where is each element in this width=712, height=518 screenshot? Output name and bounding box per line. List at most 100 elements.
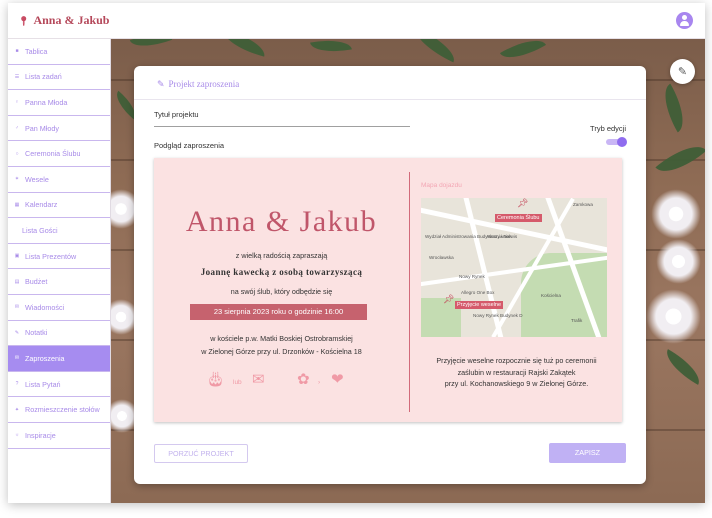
card-header: ✎ Projekt zaproszenia bbox=[134, 66, 646, 100]
project-title-label: Tytuł projektu bbox=[154, 110, 199, 119]
sidebar-item-label: Wesele bbox=[25, 174, 49, 184]
map-place: Nowy Rynek bbox=[459, 274, 485, 279]
sidebar-item-wesele[interactable]: ✶ Wesele bbox=[8, 167, 110, 193]
church-line-2: w Zielonej Górze przy ul. Drzonków - Koś… bbox=[201, 347, 362, 356]
sidebar: ■ Tablica ☰ Lista zadań ♀ Panna Młoda ♂ Pan Mło… bbox=[8, 39, 111, 503]
discard-project-button[interactable]: PORZUĆ PROJEKT bbox=[154, 444, 248, 463]
invitation-project-card: ✎ Projekt zaproszenia Tytuł projektu Podg… bbox=[134, 66, 646, 484]
card-title-text: Projekt zaproszenia bbox=[168, 79, 240, 89]
sidebar-item-pan-mlody[interactable]: ♂ Pan Młody bbox=[8, 116, 110, 142]
envelope-icon: ✉ bbox=[252, 371, 265, 388]
sidebar-item-panna-mloda[interactable]: ♀ Panna Młoda bbox=[8, 90, 110, 116]
leaf-decoration bbox=[129, 39, 173, 54]
icons-joiner-arrow: › bbox=[318, 379, 321, 386]
sidebar-item-label: Ceremonia Ślubu bbox=[25, 149, 81, 159]
map-place: Kościelna bbox=[541, 293, 561, 298]
pencil-icon: ✎ bbox=[157, 80, 165, 90]
reception-info: Przyjęcie weselne rozpocznie się tuż po … bbox=[411, 355, 622, 390]
flower-decoration bbox=[651, 189, 701, 239]
map-place: Warzywniak bbox=[487, 234, 512, 239]
ceremony-map-label: Ceremonia Ślubu bbox=[495, 214, 542, 222]
sidebar-item-rozmieszczenie-stolow[interactable]: ✦ Rozmieszczenie stołów bbox=[8, 397, 110, 423]
vertical-divider bbox=[409, 172, 410, 412]
calendar-icon: ▦ bbox=[14, 201, 20, 208]
sidebar-item-label: Lista zadań bbox=[25, 72, 62, 82]
groom-icon: ♂ bbox=[15, 125, 19, 132]
leaf-decoration bbox=[499, 39, 547, 67]
confirm-heart-icon: ❤ bbox=[331, 371, 344, 388]
sidebar-item-label: Notatki bbox=[25, 328, 48, 338]
sidebar-item-label: Zaproszenia bbox=[25, 353, 65, 363]
flower-decoration bbox=[646, 289, 701, 344]
brand-title: Anna & Jakub bbox=[33, 13, 110, 27]
brand-logo[interactable]: 📍︎ Anna & Jakub bbox=[18, 13, 109, 28]
map-place: Trafik bbox=[571, 318, 583, 323]
gift-icon: ▣ bbox=[14, 253, 20, 260]
sidebar-item-notatki[interactable]: ✎ Notatki bbox=[8, 321, 110, 347]
edit-mode-label: Tryb edycji bbox=[590, 124, 626, 133]
sidebar-item-label: Budżet bbox=[25, 277, 48, 287]
sidebar-item-ceremonia-slubu[interactable]: ○ Ceremonia Ślubu bbox=[8, 141, 110, 167]
leaf-decoration bbox=[654, 83, 694, 133]
reception-pin-icon[interactable]: 📌︎ bbox=[443, 294, 454, 305]
map-label: Mapa dojazdu bbox=[421, 182, 462, 189]
reception-line-1: Przyjęcie weselne rozpocznie się tuż po … bbox=[436, 356, 597, 365]
cake-icon: 🎂︎ bbox=[206, 371, 226, 388]
sidebar-item-tablica[interactable]: ■ Tablica bbox=[8, 39, 110, 65]
main-content: ✎ ✎ Projekt zaproszenia Tytuł projektu Po… bbox=[111, 39, 705, 503]
edit-mode-toggle[interactable] bbox=[606, 137, 627, 147]
question-icon: ? bbox=[15, 381, 19, 388]
sidebar-item-budzet[interactable]: ▤ Budżet bbox=[8, 269, 110, 295]
sidebar-item-wiadomosci[interactable]: ✉ Wiadomości bbox=[8, 295, 110, 321]
map-place: Wrocławska bbox=[429, 255, 454, 260]
rsvp-icons: 🎂︎ lub ✉ ✿ › ❤ bbox=[154, 370, 409, 392]
mail-icon: ✉ bbox=[14, 304, 20, 311]
sidebar-item-lista-prezentow[interactable]: ▣ Lista Prezentów bbox=[8, 244, 110, 270]
user-icon[interactable] bbox=[676, 12, 693, 29]
sidebar-item-kalendarz[interactable]: ▦ Kalendarz bbox=[8, 193, 110, 219]
app-window: 📍︎ Anna & Jakub ■ Tablica ☰ Lista zadań ♀ Pann… bbox=[8, 3, 705, 503]
reception-line-2: zaślubin w restauracji Rajski Zakątek bbox=[457, 367, 576, 377]
leaf-decoration bbox=[219, 39, 269, 57]
couple-names: Anna & Jakub bbox=[185, 205, 378, 238]
preview-label: Podgląd zaproszenia bbox=[154, 141, 225, 150]
invite-text: z wielką radością zapraszają bbox=[235, 251, 328, 260]
bulb-icon: ☼ bbox=[14, 432, 20, 439]
sidebar-item-label: Inspiracje bbox=[25, 430, 56, 440]
sidebar-item-inspiracje[interactable]: ☼ Inspiracje bbox=[8, 423, 110, 449]
ceremony-intro: na swój ślub, który odbędzie się bbox=[230, 287, 333, 296]
guest-names: Joannę kawecką z osobą towarzyszącą bbox=[200, 267, 363, 277]
reception-line-3: przy ul. Kochanowskiego 9 w Zielonej Gór… bbox=[444, 379, 589, 389]
top-bar: 📍︎ Anna & Jakub bbox=[8, 3, 705, 39]
leaf-decoration bbox=[409, 39, 461, 63]
sidebar-item-label: Tablica bbox=[25, 46, 48, 56]
flower-decoration bbox=[656, 239, 701, 284]
list-icon: ☰ bbox=[14, 73, 20, 80]
church-line-1: w kościele p.w. Matki Boskiej Ostrobrams… bbox=[210, 334, 353, 343]
sidebar-item-label: Pan Młody bbox=[25, 123, 59, 133]
ceremony-pin-icon[interactable]: 📌︎ bbox=[517, 198, 528, 209]
sidebar-item-lista-pytan[interactable]: ? Lista Pytań bbox=[8, 372, 110, 398]
card-title: ✎ Projekt zaproszenia bbox=[157, 79, 239, 90]
reception-map-label: Przyjęcie weselne bbox=[455, 301, 504, 309]
flower-icon: ✿ bbox=[297, 371, 310, 388]
map-place: Zamkowa bbox=[573, 202, 593, 207]
sidebar-item-lista-zadan[interactable]: ☰ Lista zadań bbox=[8, 65, 110, 91]
rings-icon: ○ bbox=[15, 150, 19, 157]
sidebar-item-lista-gosci[interactable]: Lista Gości bbox=[8, 218, 110, 244]
sidebar-item-label: Rozmieszczenie stołów bbox=[25, 405, 100, 415]
glasses-icon: ✶ bbox=[14, 176, 20, 183]
project-title-input[interactable] bbox=[154, 126, 410, 127]
sidebar-item-label: Panna Młoda bbox=[25, 97, 68, 107]
pin-icon: 📍︎ bbox=[18, 16, 30, 26]
sidebar-item-label: Wiadomości bbox=[25, 302, 65, 312]
sidebar-item-zaproszenia[interactable]: ✉ Zaproszenia bbox=[8, 346, 110, 372]
dashboard-icon: ■ bbox=[15, 48, 19, 55]
sidebar-item-label: Kalendarz bbox=[25, 200, 58, 210]
route-map[interactable]: 📌︎ Ceremonia Ślubu 📌︎ Przyjęcie weselne … bbox=[421, 198, 607, 337]
save-button[interactable]: ZAPISZ bbox=[549, 443, 626, 463]
sidebar-item-label: Lista Gości bbox=[22, 225, 58, 235]
invitation-preview: Anna & Jakub z wielką radością zapraszaj… bbox=[154, 158, 622, 422]
edit-fab-button[interactable]: ✎ bbox=[670, 59, 695, 84]
table-icon: ✦ bbox=[14, 406, 20, 413]
